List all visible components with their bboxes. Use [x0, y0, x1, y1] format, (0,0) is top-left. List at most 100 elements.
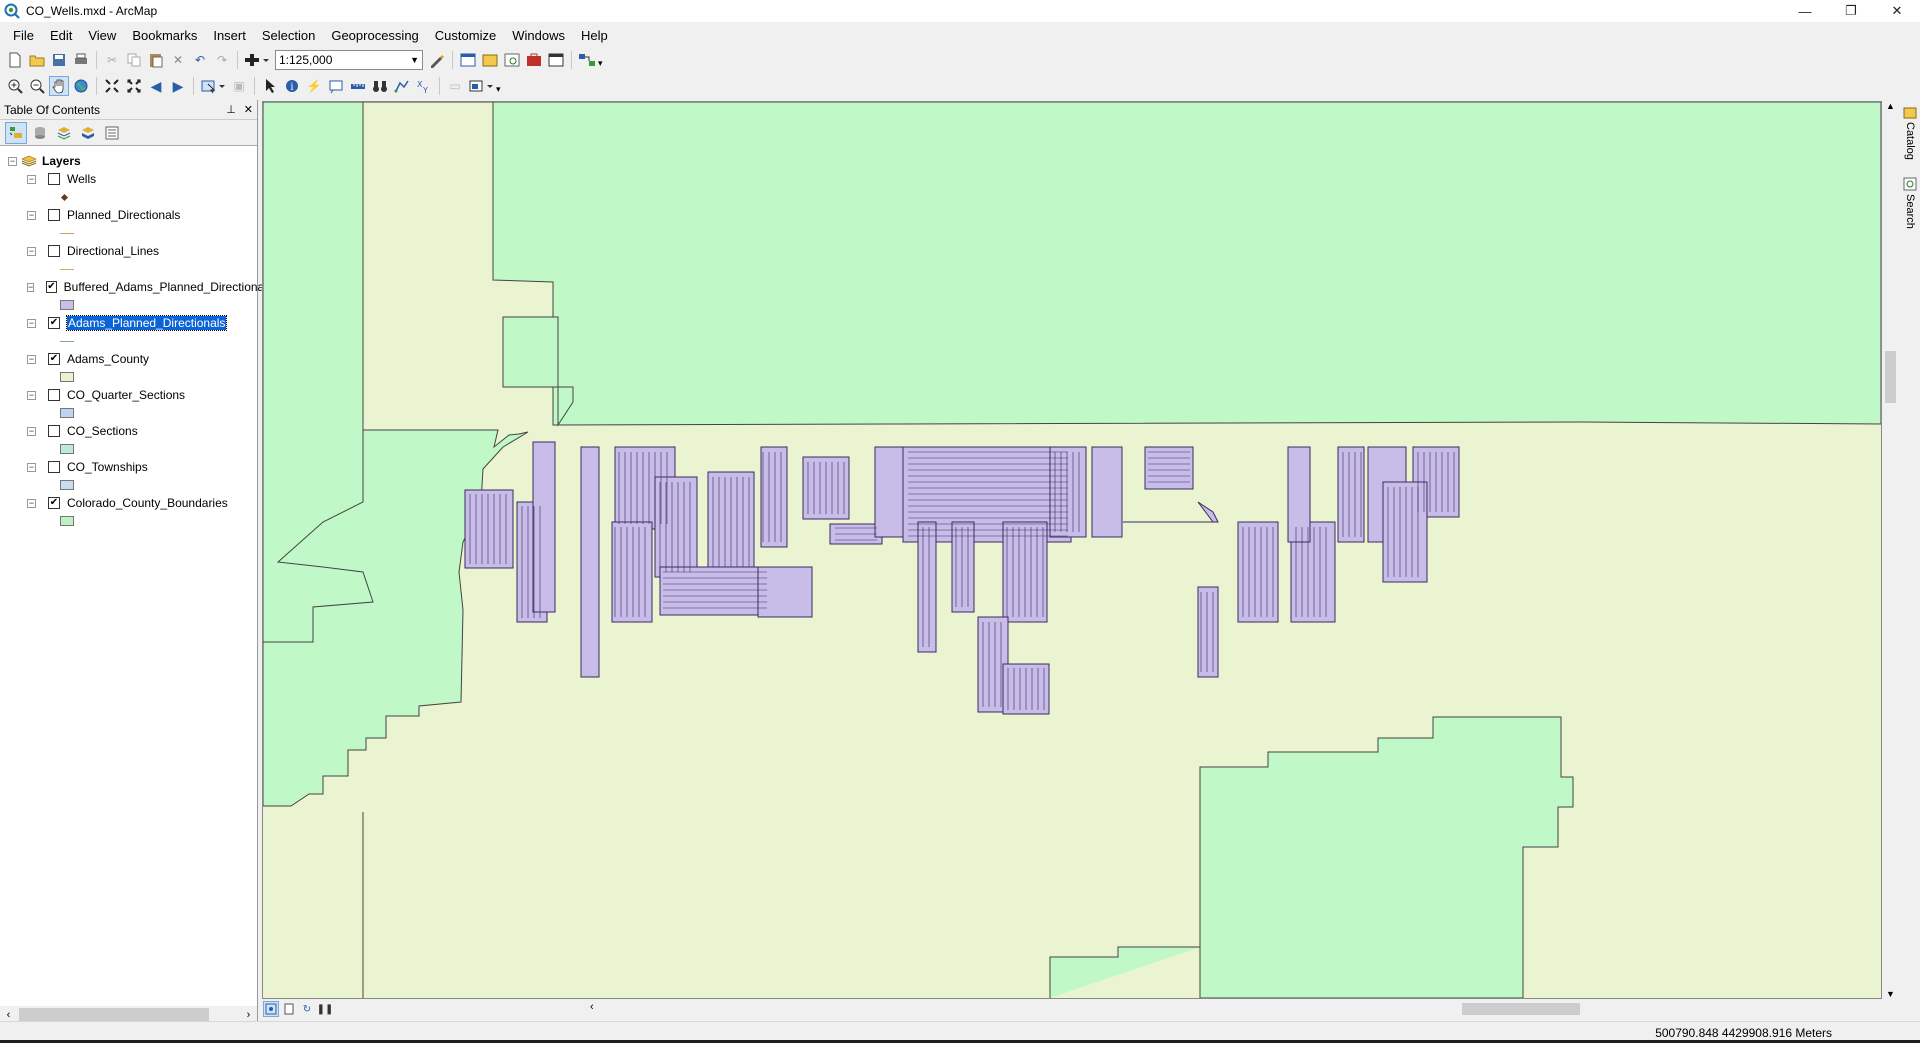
collapse-icon[interactable]: −	[27, 390, 36, 400]
full-extent-globe-icon[interactable]	[71, 76, 91, 96]
scrollbar-thumb[interactable]	[1885, 351, 1896, 403]
fill-symbol[interactable]	[60, 300, 74, 310]
menu-edit[interactable]: Edit	[42, 28, 80, 43]
arctoolbox-icon[interactable]	[524, 50, 544, 70]
layer-row-buffered-adams-planned-directionals[interactable]: − ✔ Buffered_Adams_Planned_Directionals	[0, 278, 273, 296]
layer-name[interactable]: CO_Sections	[67, 424, 138, 438]
layout-view-icon[interactable]	[281, 1001, 297, 1017]
find-route-icon[interactable]	[392, 76, 412, 96]
list-by-visibility-icon[interactable]	[53, 122, 75, 144]
pan-hand-icon[interactable]	[49, 76, 69, 96]
layer-name[interactable]: Adams_County	[67, 352, 149, 366]
zoom-out-icon[interactable]	[27, 76, 47, 96]
pause-drawing-icon[interactable]: ❚❚	[317, 1001, 334, 1017]
collapse-icon[interactable]: −	[27, 498, 36, 508]
search-window-icon[interactable]	[502, 50, 522, 70]
layer-row-planned-directionals[interactable]: − Planned_Directionals	[0, 206, 257, 224]
layer-visibility-checkbox[interactable]	[48, 425, 60, 437]
copy-icon[interactable]	[124, 50, 144, 70]
add-data-icon[interactable]	[243, 50, 271, 70]
go-to-xy-icon[interactable]: XY	[414, 76, 434, 96]
create-viewer-window-icon[interactable]	[467, 76, 495, 96]
time-slider-icon[interactable]: ▭	[445, 76, 465, 96]
line-symbol[interactable]	[60, 268, 74, 270]
collapse-icon[interactable]: −	[27, 246, 36, 256]
map-vertical-scrollbar[interactable]: ▲ ▼	[1882, 101, 1899, 999]
refresh-icon[interactable]: ↻	[299, 1001, 315, 1017]
collapse-icon[interactable]: −	[27, 318, 36, 328]
redo-icon[interactable]: ↷	[212, 50, 232, 70]
toolbar-overflow-icon[interactable]: ▾	[496, 77, 502, 95]
menu-view[interactable]: View	[80, 28, 124, 43]
layers-data-frame[interactable]: − Layers	[0, 152, 257, 170]
map-canvas[interactable]	[263, 102, 1881, 998]
open-folder-icon[interactable]	[27, 50, 47, 70]
layer-name[interactable]: CO_Townships	[67, 460, 148, 474]
scroll-up-icon[interactable]: ▲	[1882, 101, 1899, 111]
layer-visibility-checkbox[interactable]: ✔	[48, 497, 60, 509]
scroll-left-icon[interactable]: ‹	[590, 1001, 594, 1013]
scroll-left-icon[interactable]: ‹	[0, 1009, 17, 1021]
layer-visibility-checkbox[interactable]	[48, 173, 60, 185]
layer-visibility-checkbox[interactable]: ✔	[46, 281, 57, 293]
point-symbol[interactable]	[60, 193, 69, 201]
layer-row-adams-planned-directionals[interactable]: − ✔ Adams_Planned_Directionals	[0, 314, 257, 332]
delete-icon[interactable]: ✕	[168, 50, 188, 70]
collapse-icon[interactable]: −	[27, 426, 36, 436]
menu-geoprocessing[interactable]: Geoprocessing	[323, 28, 426, 43]
menu-insert[interactable]: Insert	[205, 28, 254, 43]
layer-row-colorado-county-boundaries[interactable]: − ✔ Colorado_County_Boundaries	[0, 494, 257, 512]
print-icon[interactable]	[71, 50, 91, 70]
catalog-window-icon[interactable]	[480, 50, 500, 70]
collapse-icon[interactable]: −	[27, 282, 35, 292]
layer-visibility-checkbox[interactable]: ✔	[48, 353, 60, 365]
select-features-icon[interactable]	[199, 76, 227, 96]
collapse-icon[interactable]: −	[27, 174, 36, 184]
toolbar-overflow-icon[interactable]: ▾	[598, 51, 604, 69]
scroll-right-icon[interactable]: ›	[240, 1009, 257, 1021]
layer-visibility-checkbox[interactable]	[48, 209, 60, 221]
fixed-zoom-out-icon[interactable]	[124, 76, 144, 96]
fill-symbol[interactable]	[60, 516, 74, 526]
cut-icon[interactable]: ✂	[102, 50, 122, 70]
find-binoculars-icon[interactable]	[370, 76, 390, 96]
menu-selection[interactable]: Selection	[254, 28, 323, 43]
toc-window-icon[interactable]	[458, 50, 478, 70]
layer-visibility-checkbox[interactable]	[48, 389, 60, 401]
fill-symbol[interactable]	[60, 408, 74, 418]
layer-name[interactable]: Colorado_County_Boundaries	[67, 496, 228, 510]
menu-file[interactable]: File	[5, 28, 42, 43]
list-by-selection-icon[interactable]	[77, 122, 99, 144]
fill-symbol[interactable]	[60, 372, 74, 382]
paste-icon[interactable]	[146, 50, 166, 70]
list-by-drawing-order-icon[interactable]	[5, 121, 27, 144]
fill-symbol[interactable]	[60, 444, 74, 454]
map-scale-combobox[interactable]: 1:125,000 ▼	[275, 50, 423, 70]
layer-row-co-townships[interactable]: − CO_Townships	[0, 458, 257, 476]
minimize-button[interactable]: —	[1782, 0, 1828, 22]
hyperlink-icon[interactable]: ⚡	[304, 76, 324, 96]
new-document-icon[interactable]	[5, 50, 25, 70]
select-elements-arrow-icon[interactable]	[260, 76, 280, 96]
layer-name[interactable]: Wells	[67, 172, 96, 186]
layer-name[interactable]: Buffered_Adams_Planned_Directionals	[64, 280, 273, 294]
forward-arrow-icon[interactable]: ▶	[168, 76, 188, 96]
scrollbar-thumb[interactable]	[1462, 1003, 1580, 1015]
collapse-icon[interactable]: −	[27, 462, 36, 472]
layer-visibility-checkbox[interactable]	[48, 461, 60, 473]
layer-name-selected[interactable]: Adams_Planned_Directionals	[65, 315, 228, 331]
layer-row-wells[interactable]: − Wells	[0, 170, 257, 188]
layer-name[interactable]: CO_Quarter_Sections	[67, 388, 185, 402]
layer-row-co-quarter-sections[interactable]: − CO_Quarter_Sections	[0, 386, 257, 404]
catalog-dock-tab[interactable]: Catalog	[1901, 105, 1919, 160]
undo-icon[interactable]: ↶	[190, 50, 210, 70]
layer-name[interactable]: Planned_Directionals	[67, 208, 180, 222]
layer-row-co-sections[interactable]: − CO_Sections	[0, 422, 257, 440]
menu-bookmarks[interactable]: Bookmarks	[124, 28, 205, 43]
scroll-down-icon[interactable]: ▼	[1882, 989, 1899, 999]
close-icon[interactable]: ✕	[244, 103, 253, 116]
restore-button[interactable]: ❐	[1828, 0, 1874, 22]
collapse-icon[interactable]: −	[27, 354, 36, 364]
identify-icon[interactable]: i	[282, 76, 302, 96]
layer-row-adams-county[interactable]: − ✔ Adams_County	[0, 350, 257, 368]
